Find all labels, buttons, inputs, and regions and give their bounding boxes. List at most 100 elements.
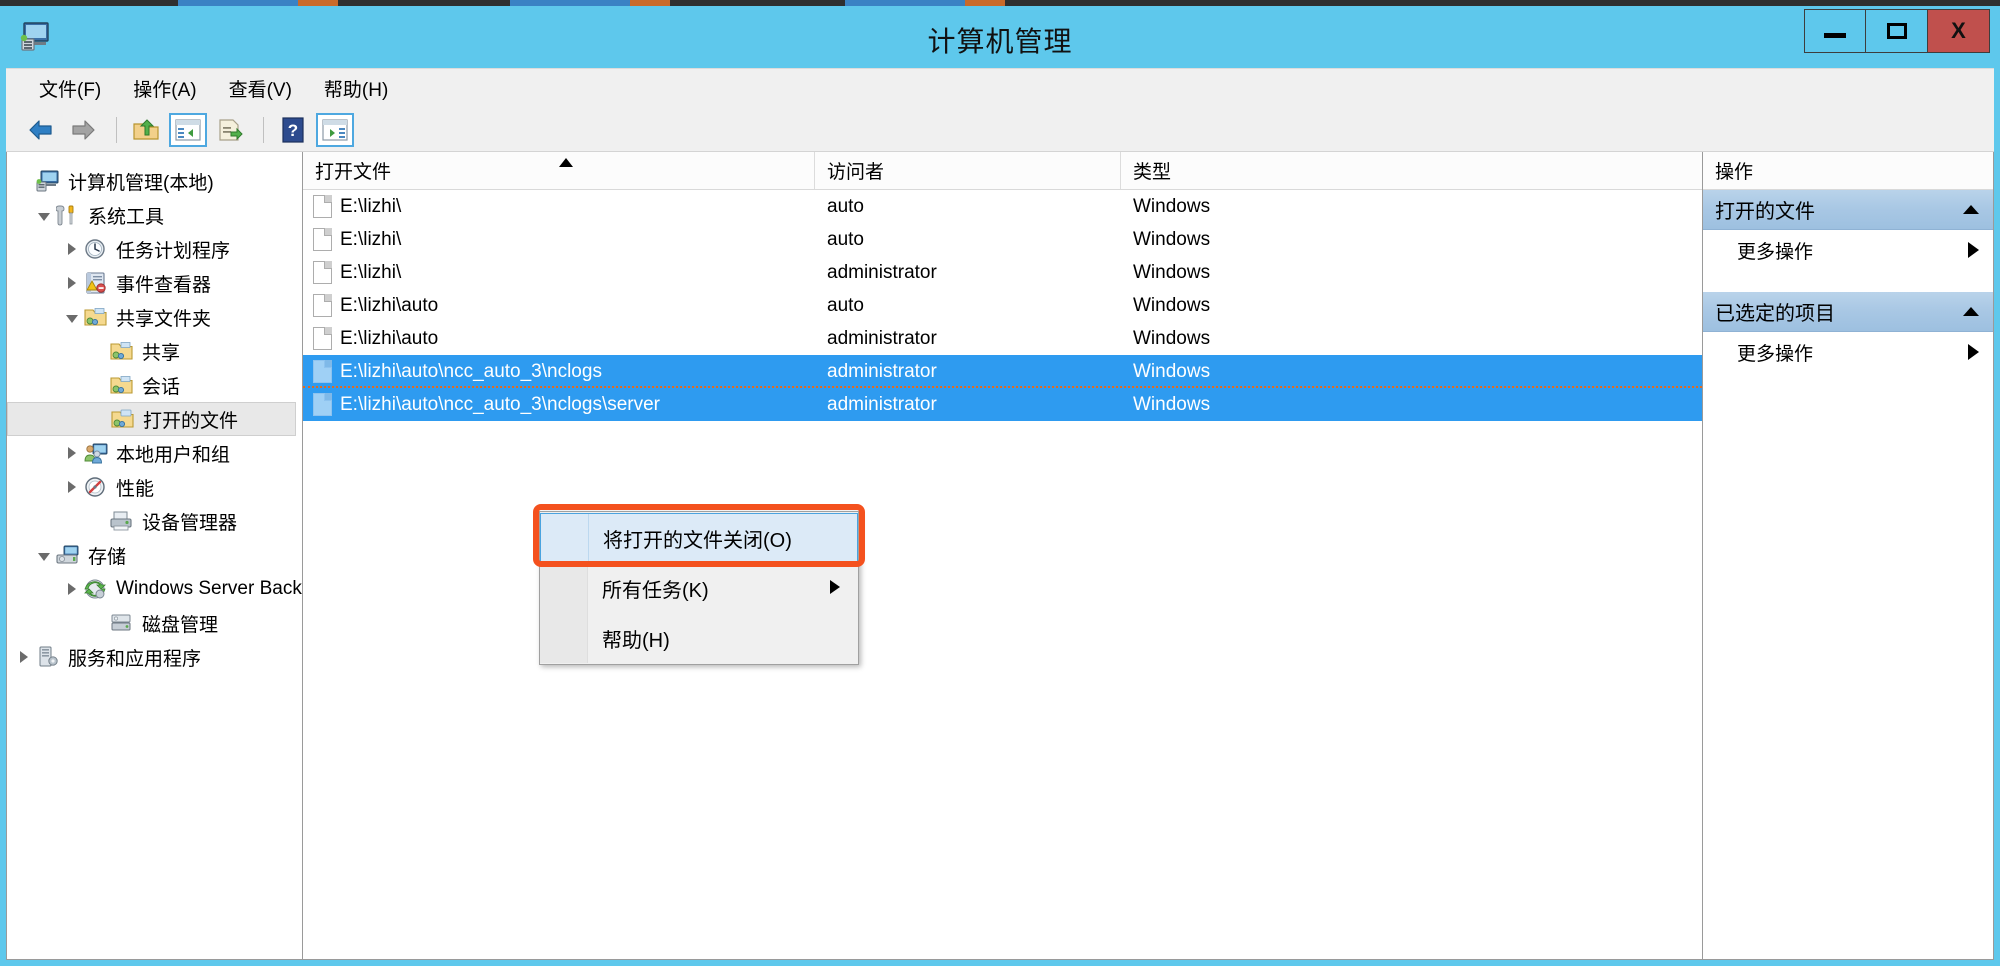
twisty-expanded[interactable] [33,210,55,221]
chevron-up-icon[interactable] [1963,205,1979,214]
cell-text: E:\lizhi\ [340,195,402,217]
column-label: 打开文件 [315,162,392,183]
menu-help[interactable]: 帮助(H) [311,70,401,107]
chevron-up-icon[interactable] [1963,307,1979,316]
show-hide-tree-icon[interactable] [169,112,207,147]
actions-item-more-actions[interactable]: 更多操作 [1703,332,1993,372]
focus-indicator [303,386,1702,388]
table-row[interactable]: E:\lizhi\auto auto Windows [303,289,1702,322]
tree-item-event-viewer[interactable]: 事件查看器 [7,266,302,300]
table-row[interactable]: E:\lizhi\auto administrator Windows [303,322,1702,355]
menu-gutter [540,563,588,613]
cell-open-file: E:\lizhi\auto [303,327,815,350]
menu-action[interactable]: 操作(A) [120,70,209,107]
tree-item-label: 磁盘管理 [142,614,219,636]
content-panes: 计算机管理(本地) 系统工具 任务计划程序 事件查看器 共享文件夹 共享 会话 … [6,152,1994,960]
performance-icon [83,475,109,499]
tree-item-storage[interactable]: 存储 [7,538,302,572]
context-menu-item-all-tasks[interactable]: 所有任务(K) [540,563,858,613]
tree-item-disk-management[interactable]: 磁盘管理 [7,606,302,640]
actions-item-more-actions[interactable]: 更多操作 [1703,230,1993,270]
twisty-collapsed[interactable] [61,447,83,459]
actions-pane-title: 操作 [1703,152,1993,190]
context-menu-item-label: 帮助(H) [602,629,670,652]
tree-item-system-tools[interactable]: 系统工具 [7,198,302,232]
menu-view[interactable]: 查看(V) [216,70,305,107]
cell-open-file: E:\lizhi\ [303,195,815,218]
cell-text: E:\lizhi\ [340,261,402,283]
list-body[interactable]: E:\lizhi\ auto Windows E:\lizhi\ auto Wi… [303,190,1702,959]
twisty-collapsed[interactable] [61,243,83,255]
menu-file[interactable]: 文件(F) [26,70,114,107]
column-header-open-file[interactable]: 打开文件 [303,152,815,189]
twisty-collapsed[interactable] [61,583,83,595]
storage-icon [55,543,81,567]
cell-accessed-by: administrator [827,393,937,415]
maximize-button[interactable] [1866,9,1928,53]
tree-item-label: 本地用户和组 [116,444,231,466]
tree-item-sessions[interactable]: 会话 [7,368,302,402]
tree-item-open-files[interactable]: 打开的文件 [7,402,296,436]
tree-item-computer-management[interactable]: 计算机管理(本地) [7,164,302,198]
cell-open-file: E:\lizhi\auto [303,294,815,317]
file-icon [313,360,332,383]
column-header-type[interactable]: 类型 [1121,152,1702,189]
cell-type: Windows [1133,228,1211,250]
twisty-collapsed[interactable] [61,481,83,493]
twisty-expanded[interactable] [33,550,55,561]
context-menu-item-help[interactable]: 帮助(H) [540,613,858,663]
tree-item-windows-server-backup[interactable]: Windows Server Back [7,572,302,606]
titlebar: 计算机管理 X [0,6,2000,68]
actions-group-open-files[interactable]: 打开的文件 [1703,190,1993,230]
table-row[interactable]: E:\lizhi\ administrator Windows [303,256,1702,289]
twisty-collapsed[interactable] [13,651,35,663]
tree-item-services-and-applications[interactable]: 服务和应用程序 [7,640,302,674]
show-hide-action-pane-icon[interactable] [316,112,354,147]
menu-gutter [541,514,589,562]
cell-text: E:\lizhi\auto\ncc_auto_3\nclogs\server [340,393,661,415]
export-list-icon[interactable] [211,113,249,147]
table-row[interactable]: E:\lizhi\auto\ncc_auto_3\nclogs\server a… [303,388,1702,421]
shared-folder-icon [109,373,135,397]
context-menu-item-close-open-file[interactable]: 将打开的文件关闭(O) [540,513,858,563]
tree-item-performance[interactable]: 性能 [7,470,302,504]
actions-item-label: 更多操作 [1737,343,1814,365]
twisty-collapsed[interactable] [61,277,83,289]
tree-item-device-manager[interactable]: 设备管理器 [7,504,302,538]
tree-item-label: Windows Server Back [116,578,302,599]
tree-item-label: 计算机管理(本地) [68,172,214,194]
cell-type: Windows [1133,393,1211,415]
column-header-accessed-by[interactable]: 访问者 [815,152,1121,189]
table-row[interactable]: E:\lizhi\auto\ncc_auto_3\nclogs administ… [303,355,1702,388]
tree-item-local-users-and-groups[interactable]: 本地用户和组 [7,436,302,470]
cell-type: Windows [1133,360,1211,382]
cell-text: E:\lizhi\ [340,228,402,250]
help-icon[interactable]: ? [274,113,312,147]
actions-group-selected-items[interactable]: 已选定的项目 [1703,292,1993,332]
tree-item-shared-folders[interactable]: 共享文件夹 [7,300,302,334]
column-label: 类型 [1133,162,1172,183]
tree-item-shares[interactable]: 共享 [7,334,302,368]
context-menu-item-label: 所有任务(K) [602,579,709,602]
cell-text: E:\lizhi\auto [340,294,439,316]
tree-item-label: 共享 [142,342,181,364]
minimize-button[interactable] [1804,9,1866,53]
actions-group-spacer [1703,270,1993,292]
context-menu-item-label: 将打开的文件关闭(O) [603,529,792,552]
shared-folder-icon [109,339,135,363]
forward-icon[interactable] [64,113,102,147]
twisty-expanded[interactable] [61,312,83,323]
back-icon[interactable] [22,113,60,147]
chevron-right-icon[interactable] [1968,344,1979,360]
tools-icon [55,203,81,227]
tree-item-task-scheduler[interactable]: 任务计划程序 [7,232,302,266]
up-folder-icon[interactable] [127,113,165,147]
chevron-right-icon[interactable] [1968,242,1979,258]
table-row[interactable]: E:\lizhi\ auto Windows [303,223,1702,256]
tree-item-label: 存储 [88,546,127,568]
open-files-list[interactable]: 打开文件 访问者 类型 E:\lizhi\ auto Windows E:\li… [303,152,1703,959]
close-button[interactable]: X [1928,9,1990,53]
context-menu[interactable]: 将打开的文件关闭(O) 所有任务(K) 帮助(H) [539,511,859,665]
console-tree[interactable]: 计算机管理(本地) 系统工具 任务计划程序 事件查看器 共享文件夹 共享 会话 … [7,152,303,959]
table-row[interactable]: E:\lizhi\ auto Windows [303,190,1702,223]
